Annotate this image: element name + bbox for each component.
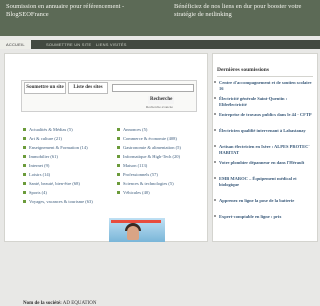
recent-submission-link[interactable]: EMB MAROC – Équipement médical et biolog…	[214, 176, 313, 188]
bullet-icon	[214, 81, 216, 83]
recent-submission-link[interactable]: Apprenez en ligne la pose de la batterie	[214, 198, 313, 204]
site-title[interactable]: Soumission en annuaire pour référencemen…	[6, 3, 146, 19]
recent-submission-link[interactable]: Artisan électricien en Isère : ALPES PRO…	[214, 144, 313, 156]
folder-icon	[117, 146, 120, 150]
recent-submission-link[interactable]: Électricité générale Saint-Quentin : Eli…	[214, 96, 313, 108]
nav-item-submit[interactable]: SOUMETTRE UN SITE	[46, 40, 91, 49]
main-content: Soumettre un site Liste des sites Recher…	[4, 53, 208, 306]
folder-icon	[117, 155, 120, 159]
category-link[interactable]: Annonces (5)	[117, 127, 147, 132]
category-link[interactable]: Véhicules (40)	[117, 190, 150, 195]
bullet-icon	[214, 113, 216, 115]
folder-icon	[23, 191, 26, 195]
category-link[interactable]: Santé, beauté, bien-être (68)	[23, 181, 80, 186]
search-panel: Soumettre un site Liste des sites Recher…	[21, 80, 197, 112]
folder-icon	[117, 182, 120, 186]
category-link[interactable]: Art & culture (21)	[23, 136, 62, 141]
advanced-search-link[interactable]: Recherche avancée	[146, 105, 173, 109]
folder-icon	[23, 173, 26, 177]
category-link[interactable]: Commerce & économie (408)	[117, 136, 177, 141]
tab-submit-site[interactable]: Soumettre un site	[24, 82, 66, 94]
search-button[interactable]: Recherche	[148, 96, 175, 104]
sidebar-title: Dernières soumissions	[217, 67, 269, 73]
category-link[interactable]: Sports (4)	[23, 190, 47, 195]
category-link[interactable]: Internet (9)	[23, 163, 49, 168]
folder-icon	[23, 182, 26, 186]
bullet-icon	[214, 177, 216, 179]
folder-icon	[117, 173, 120, 177]
nav-item-visited[interactable]: LIENS VISITÉS	[96, 40, 127, 49]
folder-icon	[23, 137, 26, 141]
ad-banner-stripe	[111, 220, 161, 223]
main-nav: ACCUEIL SOUMETTRE UN SITE LIENS VISITÉS	[0, 40, 320, 49]
sidebar-divider	[217, 76, 313, 77]
site-tagline: Bénéficiez de nos liens en dur pour boos…	[174, 3, 302, 18]
nav-item-home[interactable]: ACCUEIL	[0, 40, 31, 49]
recent-submission-link[interactable]: Entreprise de travaux publics dans le 44…	[214, 112, 313, 118]
category-link[interactable]: Enseignement & Formation (14)	[23, 145, 88, 150]
category-link[interactable]: Gastronomie & alimentation (5)	[117, 145, 181, 150]
company-name-label: Nom de la société: AD EQUATION	[23, 301, 97, 306]
bullet-icon	[214, 97, 216, 99]
bullet-icon	[214, 215, 216, 217]
featured-ad-image[interactable]	[109, 218, 165, 242]
folder-icon	[117, 137, 120, 141]
bullet-icon	[214, 145, 216, 147]
category-link[interactable]: Immobilier (61)	[23, 154, 58, 159]
recent-submission-link[interactable]: Votre plombier dépanneur en dans l'Hérau…	[214, 160, 313, 166]
bullet-icon	[214, 199, 216, 201]
recent-submission-link[interactable]: Centre d'accompagnement et de soutien sc…	[214, 80, 313, 92]
category-link[interactable]: Voyages, vacances & tourisme (63)	[23, 199, 93, 204]
search-input[interactable]	[112, 84, 194, 92]
tab-site-list[interactable]: Liste des sites	[68, 82, 108, 94]
folder-icon	[23, 200, 26, 204]
folder-icon	[117, 191, 120, 195]
recent-submission-link[interactable]: Expert-comptable en ligne : prix	[214, 214, 313, 220]
site-header: Soumission en annuaire pour référencemen…	[0, 0, 320, 36]
sidebar: Dernières soumissions Centre d'accompagn…	[212, 53, 318, 242]
folder-icon	[23, 164, 26, 168]
folder-icon	[117, 128, 120, 132]
bullet-icon	[214, 161, 216, 163]
category-link[interactable]: Loisirs (14)	[23, 172, 50, 177]
bullet-icon	[214, 129, 216, 131]
folder-icon	[23, 146, 26, 150]
category-link[interactable]: Maison (113)	[117, 163, 147, 168]
category-link[interactable]: Informatique & High-Tech (20)	[117, 154, 180, 159]
recent-submission-link[interactable]: Électricien qualifié intervenant à Labas…	[214, 128, 313, 134]
folder-icon	[23, 128, 26, 132]
person-face	[127, 226, 139, 240]
folder-icon	[23, 155, 26, 159]
category-link[interactable]: Professionnels (57)	[117, 172, 158, 177]
folder-icon	[117, 164, 120, 168]
category-link[interactable]: Sciences & technologies (5)	[117, 181, 174, 186]
category-link[interactable]: Actualités & Médias (5)	[23, 127, 73, 132]
